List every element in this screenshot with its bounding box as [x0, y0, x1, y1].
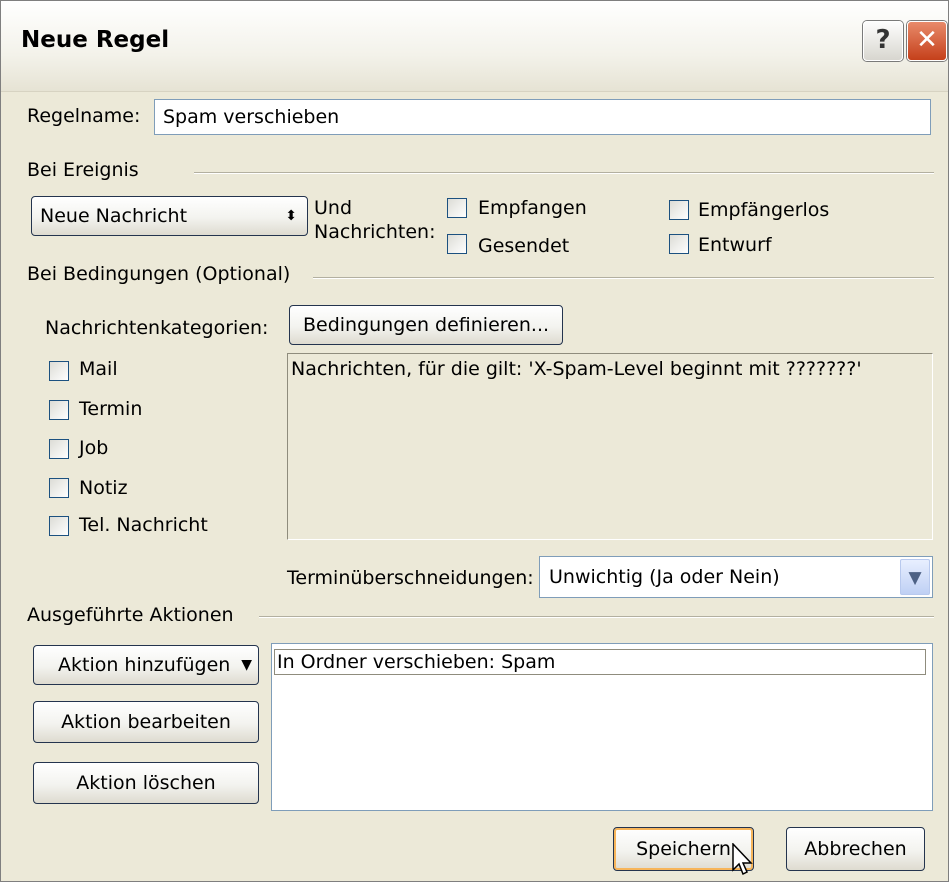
conditions-section-heading: Bei Bedingungen (Optional) [27, 263, 291, 285]
actions-list[interactable]: In Ordner verschieben: Spam [271, 643, 933, 811]
received-label: Empfangen [478, 197, 587, 219]
cancel-button[interactable]: Abbrechen [786, 827, 925, 871]
rule-name-label: Regelname: [27, 105, 141, 127]
categories-label: Nachrichtenkategorien: [45, 317, 269, 339]
mail-checkbox[interactable] [49, 361, 69, 381]
overlap-select[interactable]: Unwichtig (Ja oder Nein) ▼ [539, 556, 933, 598]
dialog-title: Neue Regel [21, 27, 170, 53]
appointment-label: Termin [79, 398, 143, 420]
job-label: Job [79, 437, 109, 459]
messages-label: Nachrichten: [314, 221, 436, 243]
event-separator [194, 172, 934, 174]
define-conditions-button[interactable]: Bedingungen definieren... [289, 305, 563, 345]
job-checkbox[interactable] [49, 439, 69, 459]
rule-name-input[interactable]: Spam verschieben [154, 99, 931, 135]
overlap-select-value: Unwichtig (Ja oder Nein) [549, 566, 780, 588]
phone-message-checkbox[interactable] [49, 516, 69, 536]
and-label: Und [314, 197, 353, 219]
condition-description-text: Nachrichten, für die gilt: 'X-Spam-Level… [291, 358, 862, 380]
appointment-checkbox[interactable] [49, 400, 69, 420]
event-select-value: Neue Nachricht [40, 205, 188, 227]
note-checkbox[interactable] [49, 478, 69, 498]
no-recipient-label: Empfängerlos [698, 199, 830, 221]
no-recipient-checkbox[interactable] [669, 200, 689, 220]
edit-action-button[interactable]: Aktion bearbeiten [33, 701, 259, 743]
event-section-heading: Bei Ereignis [27, 159, 139, 181]
overlap-label: Terminüberschneidungen: [287, 567, 534, 589]
rule-dialog: Neue Regel ? ✕ Regelname: Spam verschieb… [0, 0, 949, 882]
actions-separator [259, 616, 934, 618]
actions-section-heading: Ausgeführte Aktionen [27, 604, 234, 626]
mail-label: Mail [79, 358, 118, 380]
add-action-button[interactable]: Aktion hinzufügen ▼ [33, 645, 259, 685]
sent-label: Gesendet [478, 235, 570, 257]
draft-checkbox[interactable] [669, 234, 689, 254]
add-action-label: Aktion hinzufügen [58, 654, 231, 676]
help-button[interactable]: ? [863, 21, 903, 61]
phone-message-label: Tel. Nachricht [79, 514, 208, 536]
list-item-text: In Ordner verschieben: Spam [277, 651, 556, 673]
chevron-down-icon[interactable]: ▼ [900, 559, 930, 595]
title-bar: Neue Regel ? ✕ [1, 1, 948, 92]
condition-description-box: Nachrichten, für die gilt: 'X-Spam-Level… [287, 353, 933, 540]
close-button[interactable]: ✕ [907, 21, 947, 61]
event-select[interactable]: Neue Nachricht ⬍ [31, 196, 308, 236]
mouse-cursor-icon [732, 843, 753, 876]
delete-action-button[interactable]: Aktion löschen [33, 762, 259, 804]
list-item[interactable]: In Ordner verschieben: Spam [274, 649, 926, 675]
draft-label: Entwurf [698, 234, 772, 256]
received-checkbox[interactable] [447, 198, 467, 218]
conditions-separator [313, 277, 934, 279]
dropdown-arrow-icon: ▼ [241, 657, 252, 673]
note-label: Notiz [79, 477, 128, 499]
updown-arrows-icon: ⬍ [285, 208, 297, 224]
sent-checkbox[interactable] [447, 234, 467, 254]
